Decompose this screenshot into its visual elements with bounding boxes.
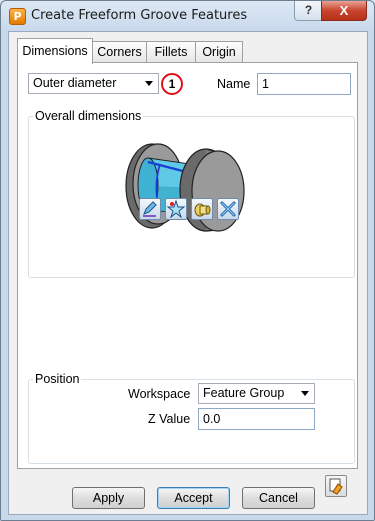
- window-title: Create Freeform Groove Features: [31, 8, 248, 23]
- name-field[interactable]: 1: [257, 73, 351, 95]
- close-button[interactable]: X: [321, 1, 367, 21]
- groove-type-select[interactable]: Outer diameter: [28, 73, 159, 94]
- accept-button[interactable]: Accept: [157, 487, 230, 509]
- cross-tools-icon[interactable]: [217, 198, 239, 220]
- groove-profile-icon[interactable]: [191, 198, 213, 220]
- groove-type-select-value: Outer diameter: [33, 76, 117, 90]
- tab-dimensions[interactable]: Dimensions: [17, 38, 93, 64]
- dialog-client-area: Dimensions Corners Fillets Origin Outer …: [8, 31, 368, 515]
- workspace-select-value: Feature Group: [203, 386, 285, 400]
- workspace-label: Workspace: [128, 387, 191, 401]
- groove-diagram-image: [125, 143, 245, 232]
- tab-origin[interactable]: Origin: [195, 41, 243, 63]
- name-label: Name: [217, 77, 251, 91]
- position-title: Position: [33, 372, 82, 386]
- star-select-icon[interactable]: [165, 198, 187, 220]
- z-value-field[interactable]: 0.0: [198, 408, 315, 430]
- workspace-select[interactable]: Feature Group: [198, 383, 315, 404]
- tab-fillets[interactable]: Fillets: [146, 41, 196, 63]
- chevron-down-icon: [301, 391, 309, 396]
- dimensions-tab-panel: Outer diameter 1 Name 1 Overall dimensio…: [17, 62, 358, 497]
- app-logo-icon: P: [9, 8, 26, 25]
- edit-pencil-icon[interactable]: [139, 198, 161, 220]
- chevron-down-icon: [145, 81, 153, 86]
- title-bar[interactable]: P Create Freeform Groove Features ? X: [1, 1, 374, 31]
- help-button[interactable]: ?: [294, 1, 323, 21]
- dialog-window: P Create Freeform Groove Features ? X Di…: [0, 0, 375, 521]
- clear-brush-icon[interactable]: [325, 475, 347, 497]
- apply-button[interactable]: Apply: [72, 487, 145, 509]
- overall-dimensions-title: Overall dimensions: [33, 109, 144, 123]
- callout-badge: 1: [161, 73, 183, 95]
- cancel-button[interactable]: Cancel: [242, 487, 315, 509]
- tab-corners[interactable]: Corners: [92, 41, 147, 63]
- z-value-label: Z Value: [148, 412, 191, 426]
